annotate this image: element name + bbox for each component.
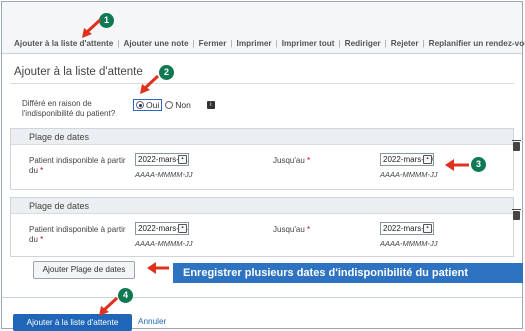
from-label-text: Patient indisponible à partir du	[29, 156, 126, 175]
toolbar-reject[interactable]: Rejeter	[391, 39, 419, 48]
to-label: Jusqu'au *	[273, 225, 310, 235]
date-range-header: Plage de dates	[11, 129, 513, 145]
to-label-text: Jusqu'au	[273, 156, 305, 165]
to-format-hint: AAAA-MMMM-JJ	[380, 239, 438, 248]
calendar-icon[interactable]: ▪	[178, 155, 187, 164]
trash-icon[interactable]	[512, 209, 521, 220]
footer-divider	[2, 297, 522, 298]
calendar-icon[interactable]: ▪	[423, 224, 432, 233]
required-mark: *	[307, 225, 311, 234]
arrow-icon	[99, 296, 119, 316]
to-format-hint: AAAA-MMMM-JJ	[380, 170, 438, 179]
toolbar-separator: |	[422, 39, 425, 48]
from-label: Patient indisponible à partir du *	[29, 225, 134, 245]
radio-yes[interactable]	[136, 101, 144, 109]
from-label: Patient indisponible à partir du *	[29, 156, 134, 176]
step-badge-3: 3	[471, 157, 486, 172]
required-mark: *	[40, 235, 44, 244]
from-date-input[interactable]: 2022-mars-01 ▪	[135, 153, 189, 166]
to-label-text: Jusqu'au	[273, 225, 305, 234]
toolbar-redirect[interactable]: Rediriger	[345, 39, 381, 48]
toolbar-add-waitlist[interactable]: Ajouter à la liste d'attente	[14, 39, 113, 48]
arrow-icon	[445, 159, 469, 171]
toolbar-separator: |	[230, 39, 233, 48]
cancel-link[interactable]: Annuler	[138, 317, 166, 326]
to-date-input[interactable]: 2022-mars-10 ▪	[380, 153, 434, 166]
divider	[10, 83, 514, 84]
toolbar-add-note[interactable]: Ajouter une note	[123, 39, 188, 48]
toolbar-items: Ajouter à la liste d'attente | Ajouter une…	[14, 39, 525, 48]
required-mark: *	[40, 166, 44, 175]
toolbar-print[interactable]: Imprimer	[237, 39, 272, 48]
from-label-text: Patient indisponible à partir du	[29, 225, 126, 244]
to-label: Jusqu'au *	[273, 156, 310, 166]
radio-yes-highlight[interactable]: Oui	[133, 99, 163, 111]
to-date-input[interactable]: 2022-mars-31 ▪	[380, 222, 434, 235]
deferral-question: Différé en raison de l'indisponibilité d…	[22, 99, 116, 118]
required-mark: *	[307, 156, 311, 165]
toolbar-separator: |	[338, 39, 341, 48]
toolbar-separator: |	[192, 39, 195, 48]
radio-yes-label: Oui	[146, 100, 160, 110]
from-format-hint: AAAA-MMMM-JJ	[135, 239, 193, 248]
info-icon[interactable]: i	[206, 101, 215, 109]
toolbar-separator: |	[275, 39, 278, 48]
date-range-panel: Plage de dates Patient indisponible à pa…	[10, 128, 521, 190]
toolbar-print-all[interactable]: Imprimer tout	[282, 39, 335, 48]
section-title: Ajouter à la liste d'attente	[14, 66, 143, 78]
toolbar-reschedule[interactable]: Replanifier un rendez-vou	[429, 39, 525, 48]
radio-no[interactable]	[165, 101, 174, 109]
calendar-icon[interactable]: ▪	[178, 224, 187, 233]
add-date-range-button[interactable]: Ajouter Plage de dates	[33, 261, 135, 279]
deferral-radio-group: Oui Non i	[133, 99, 215, 111]
arrow-icon	[147, 262, 169, 274]
date-range-panel: Plage de dates Patient indisponible à pa…	[10, 197, 521, 257]
from-format-hint: AAAA-MMMM-JJ	[135, 170, 193, 179]
arrow-icon	[140, 74, 160, 94]
calendar-icon[interactable]: ▪	[423, 155, 432, 164]
toolbar-close[interactable]: Fermer	[199, 39, 227, 48]
from-date-input[interactable]: 2022-mars-24 ▪	[135, 222, 189, 235]
trash-icon[interactable]	[512, 140, 521, 151]
toolbar-separator: |	[117, 39, 120, 48]
date-range-header: Plage de dates	[11, 198, 513, 214]
radio-no-label: Non	[175, 100, 191, 110]
callout-banner: Enregistrer plusieurs dates d'indisponib…	[173, 263, 523, 283]
arrow-icon	[82, 18, 102, 38]
toolbar-separator: |	[384, 39, 387, 48]
